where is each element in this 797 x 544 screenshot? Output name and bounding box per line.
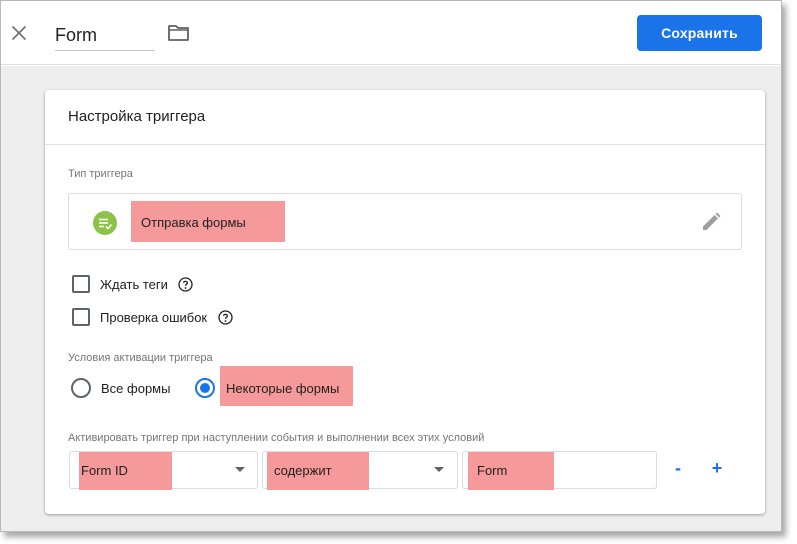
some-forms-label: Некоторые формы (226, 381, 340, 396)
card-title: Настройка триггера (68, 108, 206, 125)
operator-select[interactable]: содержит (262, 451, 458, 490)
error-check-checkbox[interactable] (72, 308, 90, 326)
trigger-type-label: Тип триггера (68, 168, 133, 180)
close-icon[interactable] (9, 23, 29, 43)
chevron-down-icon (434, 467, 444, 472)
form-submit-icon (93, 211, 117, 235)
help-icon[interactable] (218, 310, 233, 325)
wait-tags-label: Ждать теги (100, 277, 168, 292)
option-wait-tags: Ждать теги (72, 275, 232, 297)
trigger-config-card: Настройка триггера Тип триггера Отправка… (45, 90, 765, 514)
error-check-label: Проверка ошибок (100, 310, 208, 325)
folder-icon[interactable] (167, 23, 191, 43)
option-error-check: Проверка ошибок (72, 308, 282, 330)
condition-value-text: Form (477, 463, 508, 478)
some-forms-radio[interactable] (195, 378, 215, 398)
help-icon[interactable] (178, 277, 193, 292)
condition-value-input[interactable]: Form (462, 451, 657, 490)
trigger-name-input[interactable] (55, 19, 155, 51)
pencil-icon[interactable] (700, 211, 722, 233)
card-header: Настройка триггера (45, 90, 765, 145)
wait-tags-checkbox[interactable] (72, 275, 90, 293)
trigger-type-selector[interactable]: Отправка формы (68, 193, 742, 250)
all-forms-radio[interactable] (71, 378, 91, 398)
variable-select[interactable]: Form ID (69, 451, 258, 490)
trigger-type-name: Отправка формы (141, 215, 246, 230)
chevron-down-icon (235, 467, 245, 472)
remove-condition-button[interactable]: - (668, 458, 688, 478)
operator-select-value: содержит (274, 463, 332, 478)
activation-label: Условия активации триггера (68, 352, 213, 364)
condition-label: Активировать триггер при наступлении соб… (68, 432, 485, 444)
trigger-editor-window: Сохранить Настройка триггера Тип триггер… (0, 0, 782, 532)
add-condition-button[interactable]: + (707, 458, 727, 478)
variable-select-value: Form ID (81, 463, 128, 478)
all-forms-label: Все формы (101, 381, 171, 396)
top-bar: Сохранить (1, 1, 781, 65)
save-button[interactable]: Сохранить (637, 15, 762, 51)
